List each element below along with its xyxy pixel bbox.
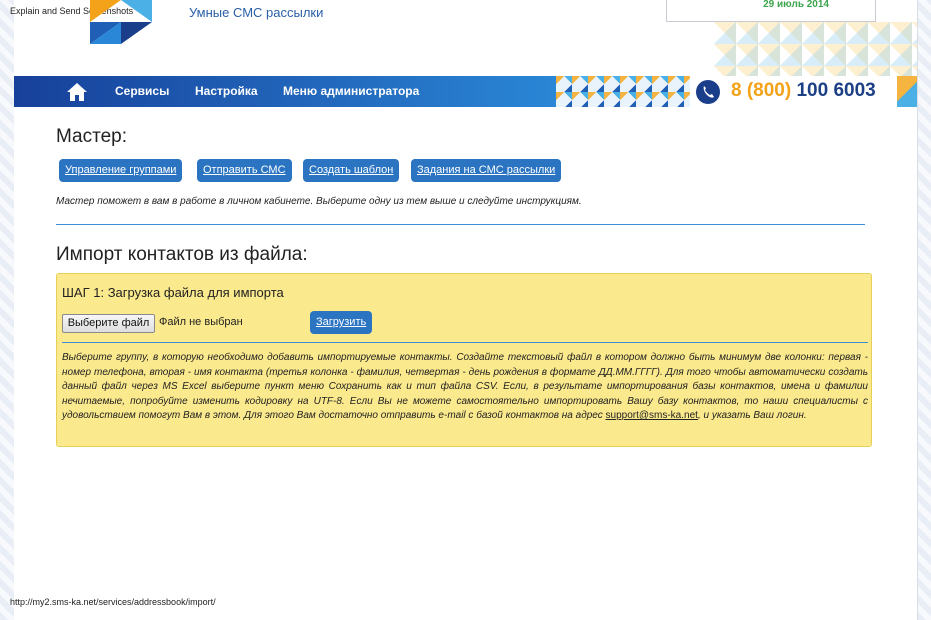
import-title: Импорт контактов из файла:	[56, 244, 308, 265]
create-template-button[interactable]: Создать шаблон	[303, 159, 400, 182]
import-panel: ШАГ 1: Загрузка файла для импорта Выбери…	[56, 273, 872, 447]
left-pattern	[0, 0, 14, 620]
date-box: 29 июль 2014	[666, 0, 876, 22]
page: Explain and Send Screenshots Умные СМС р…	[10, 0, 917, 620]
nav-item-services[interactable]: Сервисы	[115, 84, 169, 98]
sms-tasks-button[interactable]: Задания на СМС рассылки	[411, 159, 562, 182]
phone-icon	[696, 80, 720, 104]
instructions-end: , и указать Ваш логин.	[697, 410, 807, 421]
nav-decoration	[556, 76, 690, 107]
choose-file-button[interactable]: Выберите файл	[62, 314, 155, 333]
import-instructions: Выберите группу, в которую необходимо до…	[62, 351, 868, 424]
send-sms-button[interactable]: Отправить СМС	[197, 159, 292, 182]
logo	[90, 0, 152, 44]
section-divider	[56, 224, 865, 225]
upload-button[interactable]: Загрузить	[310, 311, 373, 334]
file-status: Файл не выбран	[159, 316, 243, 328]
corner-decoration	[897, 76, 917, 107]
wizard-hint: Мастер поможет в вам в работе в личном к…	[56, 196, 582, 207]
phone-code: 8 (800)	[731, 80, 792, 101]
phone-number: 100 6003	[796, 80, 876, 101]
wizard-title: Мастер:	[56, 126, 128, 147]
status-bar-url: http://my2.sms-ka.net/services/addressbo…	[10, 597, 216, 607]
support-phone: 8 (800) 100 6003	[731, 80, 876, 102]
step-title: ШАГ 1: Загрузка файла для импорта	[62, 285, 284, 300]
panel-divider	[62, 342, 868, 343]
right-pattern	[917, 0, 931, 620]
nav-item-admin-menu[interactable]: Меню администратора	[283, 84, 419, 98]
manage-groups-button[interactable]: Управление группами	[59, 159, 183, 182]
top-header: Explain and Send Screenshots Умные СМС р…	[10, 0, 917, 76]
home-icon[interactable]	[66, 82, 88, 102]
site-tagline: Умные СМС рассылки	[189, 5, 324, 20]
current-date: 29 июль 2014	[763, 0, 829, 10]
support-email-link[interactable]: support@sms-ka.net	[606, 410, 698, 421]
header-decoration	[714, 22, 917, 76]
nav-item-settings[interactable]: Настройка	[195, 84, 258, 98]
main-navbar: Сервисы Настройка Меню администратора 8 …	[14, 76, 917, 107]
